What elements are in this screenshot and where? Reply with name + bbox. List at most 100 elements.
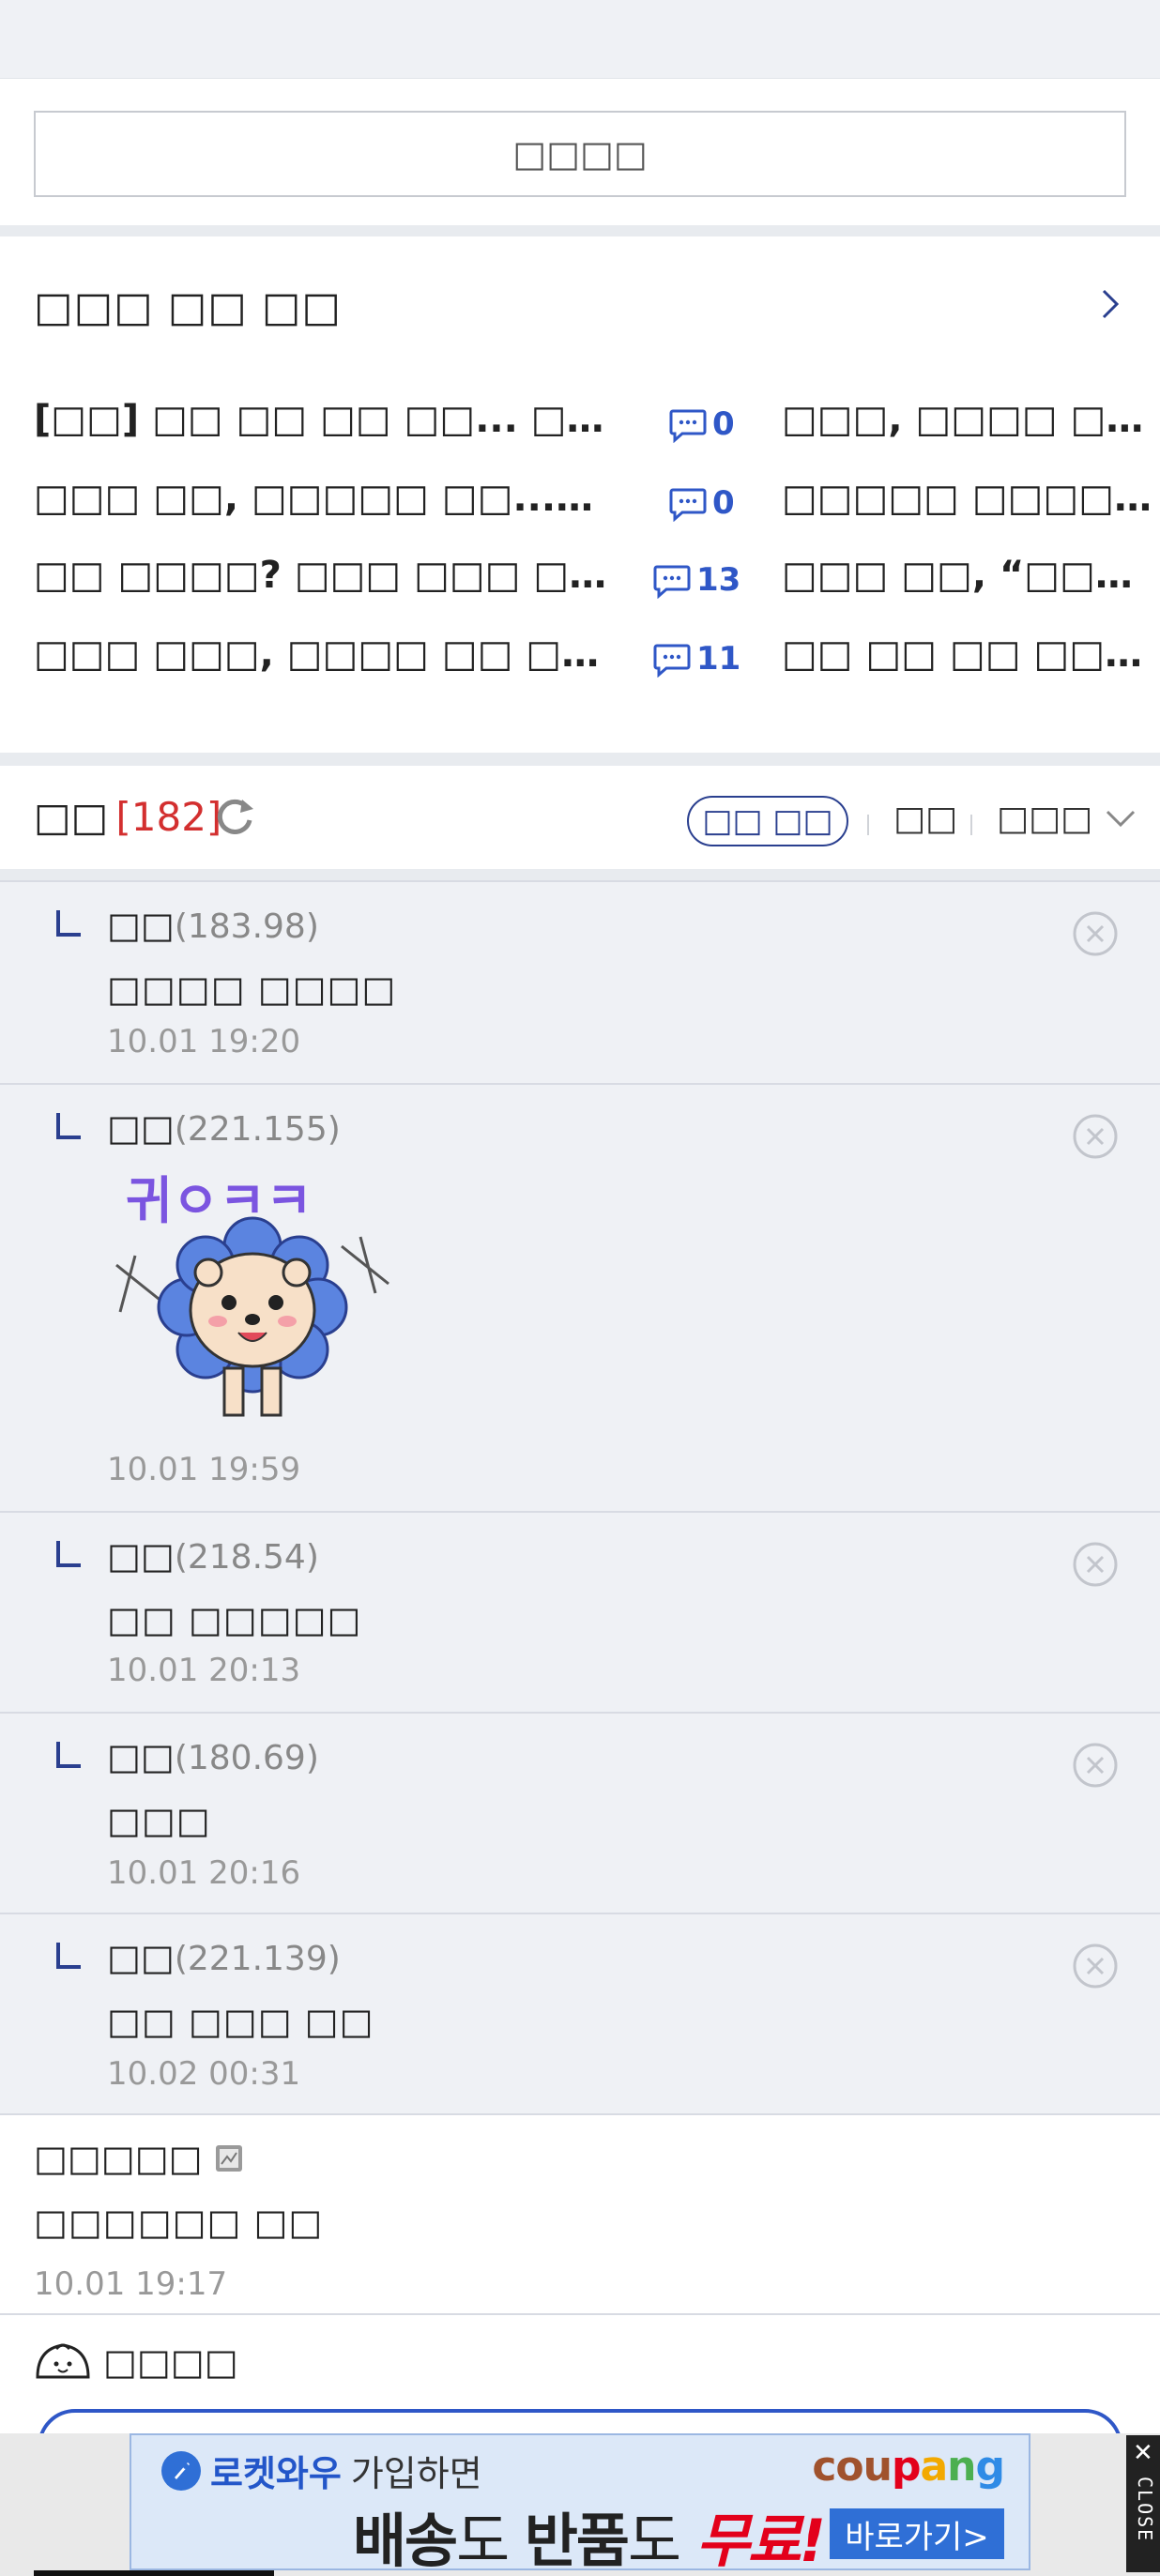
chevron-right-icon[interactable] xyxy=(1096,283,1124,325)
comment-author[interactable]: □□(183.98) xyxy=(107,905,319,946)
ad-banner[interactable]: 로켓와우 가입하면 coupang 배송도 반품도 무료! 바로가기> ✕ CL… xyxy=(0,2433,1160,2576)
comment-item: □□□□□ □□□□□□ □□ 10.01 19:17 xyxy=(0,2113,1160,2314)
sticker-text: 귀ㅇㅋㅋ xyxy=(126,1171,313,1230)
author-name: □□ xyxy=(107,1107,175,1149)
rocket-icon xyxy=(161,2450,201,2491)
comment-count-value: 0 xyxy=(712,405,735,443)
hot-news-right-title[interactable]: □□□□□ □□□□ □□ xyxy=(782,477,1157,520)
comment-text: □□□ xyxy=(107,1800,211,1841)
comment-time: 10.01 19:20 xyxy=(107,1023,301,1060)
close-circle-icon[interactable] xyxy=(1072,1943,1119,1989)
reply-arrow-icon xyxy=(56,1113,81,1139)
comment-time: 10.01 19:17 xyxy=(34,2265,228,2303)
ad-content[interactable]: 로켓와우 가입하면 coupang 배송도 반품도 무료! 바로가기> xyxy=(130,2433,1030,2575)
refresh-icon[interactable] xyxy=(212,794,257,839)
sort-dropdown-label: □□□ xyxy=(997,800,1093,838)
hot-news-title: □□□ □□ □□ xyxy=(34,283,342,331)
comment-count-value: 11 xyxy=(696,640,741,678)
hot-news-left-title[interactable]: □□□ □□, □□□□□ □□...□□□ ... xyxy=(34,477,625,520)
section-divider xyxy=(0,225,1160,236)
comment-count-value: 0 xyxy=(712,484,735,522)
author-ip: (221.155) xyxy=(174,1110,341,1149)
comments-label: □□ xyxy=(34,794,109,840)
divider xyxy=(867,815,869,835)
chevron-down-icon xyxy=(1106,810,1136,827)
reply-comment: □□(180.69) □□□ 10.01 20:16 xyxy=(0,1712,1160,1913)
hot-news-left-title[interactable]: □□ □□□□? □□□ □□□ □□□ □... xyxy=(34,554,625,597)
reply-arrow-icon xyxy=(56,1943,81,1969)
comment-count: 13 xyxy=(653,557,740,602)
hot-news-left-title[interactable]: [□□] □□ □□ □□ □□... □□□ □... xyxy=(34,398,625,441)
reply-comment: □□(221.155) 귀ㅇㅋㅋ 10.01 19:59 xyxy=(0,1083,1160,1511)
load-more-button[interactable]: □□□□ xyxy=(34,111,1126,197)
filter-pill-button[interactable]: □□ □□ xyxy=(687,796,848,846)
hot-news-row[interactable]: [□□] □□ □□ □□ □□... □□□ □... 0 □□□, □□□□… xyxy=(34,398,1160,454)
hot-news-left-title[interactable]: □□□ □□□, □□□□ □□ □□ □ □... xyxy=(34,633,625,676)
close-label: CLOSE xyxy=(1134,2477,1156,2543)
hot-news-section: □□□ □□ □□ [□□] □□ □□ □□ □□... □□□ □... 0… xyxy=(0,236,1160,753)
ad-also-2: 도 xyxy=(627,2507,696,2575)
comment-text: □□ □□□□□ xyxy=(107,1599,362,1640)
comment-author[interactable]: □□(221.155) xyxy=(107,1107,341,1149)
close-circle-icon[interactable] xyxy=(1072,1742,1119,1789)
comment-time: 10.01 19:59 xyxy=(107,1451,301,1488)
comment-text: □□□□ □□□□ xyxy=(107,968,397,1010)
divider xyxy=(970,815,972,835)
hot-news-row[interactable]: □□□ □□□, □□□□ □□ □□ □ □... 11 □□ □□ □□ □… xyxy=(34,633,1160,689)
comment-author[interactable]: □□(218.54) xyxy=(107,1535,319,1577)
ad-free: 무료! xyxy=(695,2507,826,2575)
comment-text: □□□□□□ □□ xyxy=(34,2202,324,2243)
ad-line-2: 배송도 반품도 무료! xyxy=(353,2493,826,2576)
author-ip: (218.54) xyxy=(174,1538,319,1577)
close-circle-icon[interactable] xyxy=(1072,1541,1119,1588)
comments-title: □□ [182] xyxy=(34,794,221,840)
load-more-section: □□□□ xyxy=(0,79,1160,225)
reply-comment: □□(221.139) □□ □□□ □□ 10.02 00:31 xyxy=(0,1913,1160,2113)
sort-option[interactable]: □□ xyxy=(893,800,957,838)
top-band xyxy=(0,0,1160,79)
reply-arrow-icon xyxy=(56,1541,81,1567)
author-name: □□ xyxy=(107,1937,175,1978)
author-name: □□□□□ xyxy=(34,2138,203,2179)
hot-news-right-title[interactable]: □□□ □□, “□□□ □□ xyxy=(782,554,1157,597)
author-ip: (180.69) xyxy=(174,1739,319,1777)
ad-close-button[interactable]: ✕ CLOSE xyxy=(1126,2435,1160,2572)
sort-dropdown[interactable]: □□□ xyxy=(997,800,1137,838)
author-name: □□ xyxy=(107,1535,175,1577)
reply-comment: □□(218.54) □□ □□□□□ 10.01 20:13 xyxy=(0,1511,1160,1712)
comment-author[interactable]: □□□□□ xyxy=(34,2138,244,2179)
section-divider xyxy=(0,753,1160,766)
author-name: □□ xyxy=(107,1736,175,1777)
comment-author[interactable]: □□(221.139) xyxy=(107,1937,341,1978)
close-circle-icon[interactable] xyxy=(1072,910,1119,957)
coupang-logo: coupang xyxy=(812,2443,1005,2491)
comment-bubble-icon xyxy=(653,565,691,599)
comments-count: [182] xyxy=(115,794,222,840)
close-circle-icon[interactable] xyxy=(1072,1113,1119,1160)
close-icon: ✕ xyxy=(1133,2439,1153,2467)
hot-news-row[interactable]: □□ □□□□? □□□ □□□ □□□ □... 13 □□□ □□, “□□… xyxy=(34,554,1160,610)
hot-news-right-title[interactable]: □□ □□ □□ □□□ □□ xyxy=(782,633,1157,676)
comment-time: 10.01 20:13 xyxy=(107,1652,301,1689)
author-ip: (221.139) xyxy=(174,1940,341,1978)
comment-count-value: 13 xyxy=(696,561,741,599)
comment-count: 11 xyxy=(653,636,740,681)
comment-time: 10.02 00:31 xyxy=(107,2055,301,2093)
ad-also-1: 도 xyxy=(456,2507,525,2575)
comment-bubble-icon xyxy=(653,644,691,678)
comment-author[interactable]: □□(180.69) xyxy=(107,1736,319,1777)
bottom-indicator xyxy=(34,2570,274,2576)
reply-comment: □□(183.98) □□□□ □□□□ 10.01 19:20 xyxy=(0,880,1160,1083)
comment-time: 10.01 20:16 xyxy=(107,1854,301,1892)
comment-count: 0 xyxy=(669,480,735,526)
dumpling-icon xyxy=(36,2343,90,2379)
comment-bubble-icon xyxy=(669,488,707,522)
author-ip: (183.98) xyxy=(174,907,319,946)
comment-bubble-icon xyxy=(669,409,707,443)
ad-line-1: 로켓와우 가입하면 xyxy=(160,2445,482,2496)
reply-arrow-icon xyxy=(56,1742,81,1768)
hot-news-row[interactable]: □□□ □□, □□□□□ □□...□□□ ... 0 □□□□□ □□□□ … xyxy=(34,477,1160,533)
ad-go-button[interactable]: 바로가기> xyxy=(830,2508,1004,2559)
hot-news-right-title[interactable]: □□□, □□□□ □□□.. xyxy=(782,398,1157,441)
ad-return: 반품 xyxy=(524,2507,630,2575)
